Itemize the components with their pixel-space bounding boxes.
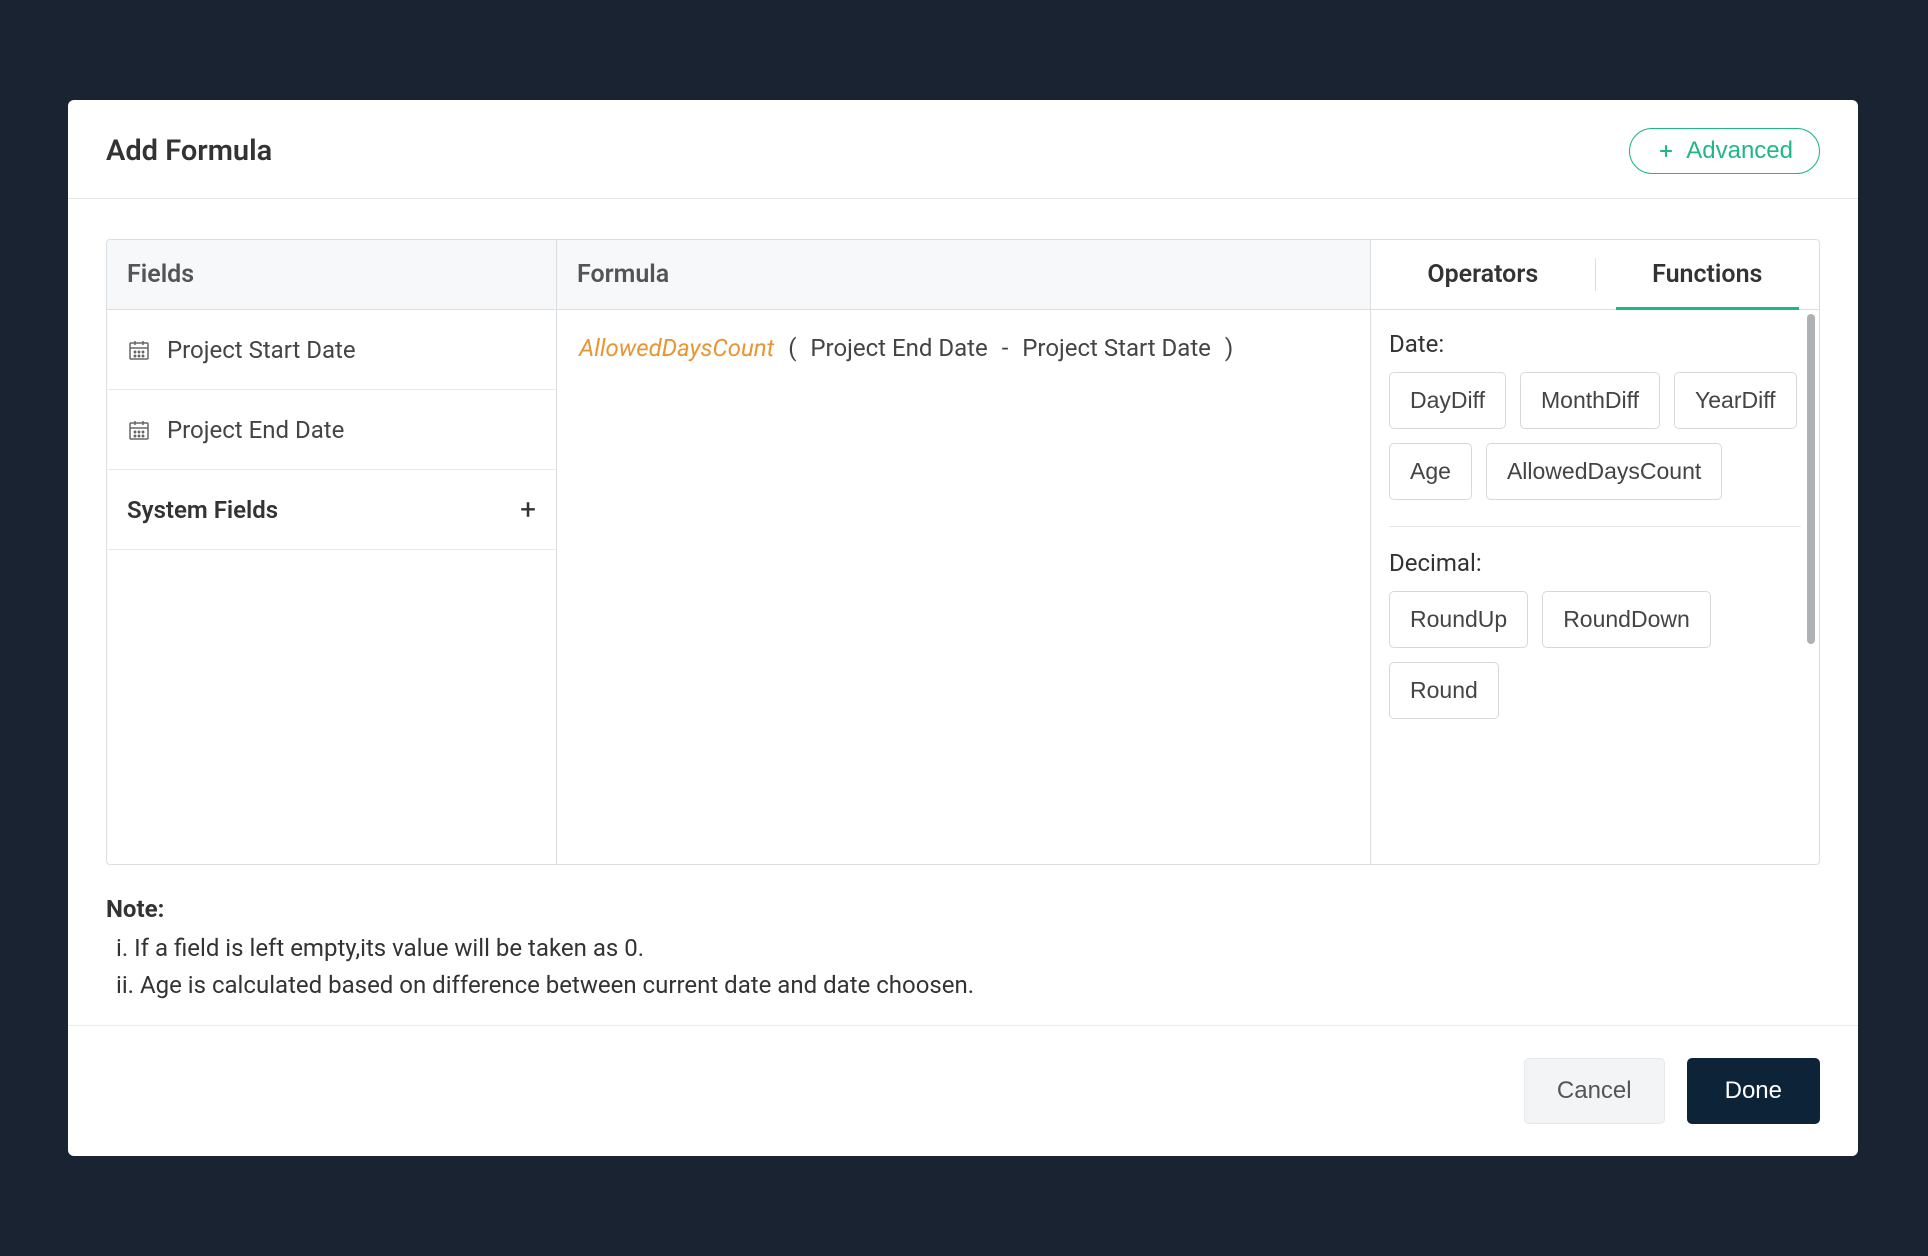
note-section: Note: i. If a field is left empty,its va… — [106, 865, 1820, 1005]
tab-operators[interactable]: Operators — [1371, 240, 1595, 309]
field-list: Project Start Date — [107, 310, 556, 864]
function-yeardiff[interactable]: YearDiff — [1674, 372, 1797, 429]
fields-header: Fields — [107, 240, 556, 310]
modal-header: Add Formula Advanced — [68, 100, 1858, 199]
field-label: Project Start Date — [167, 336, 356, 364]
scrollbar-thumb[interactable] — [1807, 314, 1815, 644]
modal-body: Fields — [68, 199, 1858, 1025]
tab-functions[interactable]: Functions — [1596, 240, 1820, 309]
function-group-label-date: Date: — [1389, 330, 1801, 358]
function-alloweddayscount[interactable]: AllowedDaysCount — [1486, 443, 1722, 500]
plus-icon: + — [520, 493, 536, 526]
system-fields-label: System Fields — [127, 496, 278, 524]
fields-column: Fields — [107, 240, 557, 864]
modal-footer: Cancel Done — [68, 1025, 1858, 1156]
function-group-decimal: RoundUp RoundDown Round — [1389, 591, 1801, 719]
right-column: Operators Functions Date: DayDiff MonthD… — [1371, 240, 1819, 864]
modal-title: Add Formula — [106, 134, 272, 168]
function-group-date: DayDiff MonthDiff YearDiff Age AllowedDa… — [1389, 372, 1801, 500]
formula-field-token: Project End Date — [810, 334, 987, 362]
formula-operator-minus: - — [1002, 334, 1009, 362]
functions-panel: Date: DayDiff MonthDiff YearDiff Age All… — [1371, 310, 1819, 864]
field-item-project-start-date[interactable]: Project Start Date — [107, 310, 556, 390]
function-rounddown[interactable]: RoundDown — [1542, 591, 1711, 648]
plus-icon — [1656, 141, 1676, 161]
editor-grid: Fields — [106, 239, 1820, 865]
tabs: Operators Functions — [1371, 240, 1819, 310]
function-round[interactable]: Round — [1389, 662, 1499, 719]
note-line-1: i. If a field is left empty,its value wi… — [106, 930, 1820, 967]
note-line-2: ii. Age is calculated based on differenc… — [106, 967, 1820, 1004]
formula-paren-open: ( — [788, 334, 796, 362]
formula-paren-close: ) — [1225, 334, 1233, 362]
field-label: Project End Date — [167, 416, 344, 444]
function-group-label-decimal: Decimal: — [1389, 549, 1801, 577]
add-formula-modal: Add Formula Advanced Fields — [68, 100, 1858, 1156]
function-daydiff[interactable]: DayDiff — [1389, 372, 1506, 429]
formula-column: Formula AllowedDaysCount ( Project End D… — [557, 240, 1371, 864]
formula-function-token: AllowedDaysCount — [579, 334, 774, 362]
function-monthdiff[interactable]: MonthDiff — [1520, 372, 1660, 429]
formula-field-token: Project Start Date — [1022, 334, 1211, 362]
function-group-divider — [1389, 526, 1801, 527]
done-button[interactable]: Done — [1687, 1058, 1820, 1124]
scrollbar-track[interactable] — [1807, 314, 1815, 860]
advanced-button[interactable]: Advanced — [1629, 128, 1820, 174]
note-title: Note: — [106, 891, 1820, 928]
system-fields-toggle[interactable]: System Fields + — [107, 470, 556, 550]
formula-editor[interactable]: AllowedDaysCount ( Project End Date - Pr… — [557, 310, 1370, 387]
calendar-icon — [127, 418, 151, 442]
function-roundup[interactable]: RoundUp — [1389, 591, 1528, 648]
formula-header: Formula — [557, 240, 1370, 310]
field-item-project-end-date[interactable]: Project End Date — [107, 390, 556, 470]
function-age[interactable]: Age — [1389, 443, 1472, 500]
calendar-icon — [127, 338, 151, 362]
advanced-label: Advanced — [1686, 137, 1793, 165]
cancel-button[interactable]: Cancel — [1524, 1058, 1665, 1124]
